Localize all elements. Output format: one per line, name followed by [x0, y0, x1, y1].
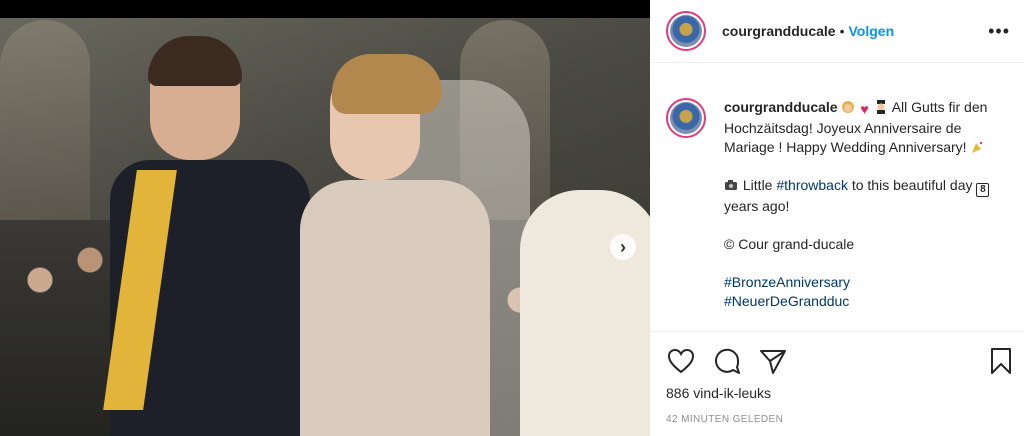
caption-line-2-suffix-a: to this beautiful day	[851, 177, 973, 193]
avatar[interactable]	[666, 11, 706, 51]
caption-line-2-prefix: Little	[742, 177, 773, 193]
caption-credit: © Cour grand-ducale	[724, 236, 855, 252]
caption-line-2-suffix-b: years ago!	[724, 198, 790, 214]
keycap-number-icon: 8	[976, 183, 990, 197]
like-count[interactable]: 886 vind-ik-leuks	[666, 385, 771, 401]
red-heart-emoji-icon: ♥	[860, 101, 869, 117]
post-photo[interactable]: ›	[0, 0, 650, 436]
bookmark-icon[interactable]	[986, 346, 1016, 376]
avatar[interactable]	[666, 98, 706, 138]
bride-figure	[300, 40, 530, 436]
caption-paragraph-2: Little #throwback to this beautiful day …	[724, 176, 1010, 216]
heart-icon[interactable]	[666, 346, 696, 376]
party-popper-emoji-icon	[972, 141, 983, 153]
more-options-button[interactable]: •••	[988, 21, 1010, 42]
chevron-right-icon: ›	[620, 237, 626, 257]
share-icon[interactable]	[758, 346, 788, 376]
hashtag-bronzeanniversary[interactable]: #BronzeAnniversary	[724, 274, 850, 290]
coat-of-arms-icon	[670, 15, 702, 47]
post-side-panel: courgrandducale • Volgen ••• courgranddu…	[650, 0, 1024, 436]
action-bar	[650, 331, 1024, 388]
caption-area: courgrandducale ♥ All Gutts fir den Hoch…	[650, 62, 1024, 330]
next-photo-button[interactable]: ›	[610, 234, 636, 260]
follow-button[interactable]: Volgen	[849, 23, 895, 39]
officiant-figure	[520, 190, 650, 436]
caption-username-link[interactable]: courgrandducale	[724, 99, 838, 115]
hashtag-throwback[interactable]: #throwback	[776, 177, 848, 193]
hashtag-neuerdegrandduc[interactable]: #NeuerDeGrandduc	[724, 293, 849, 309]
caption-hashtags: #BronzeAnniversary #NeuerDeGrandduc	[724, 273, 1010, 311]
post-header: courgrandducale • Volgen •••	[650, 0, 1024, 63]
groom-emoji-icon	[876, 100, 885, 114]
username-link[interactable]: courgrandducale	[722, 23, 836, 39]
separator-dot: •	[839, 23, 845, 39]
camera-emoji-icon	[725, 180, 737, 190]
caption-text: courgrandducale ♥ All Gutts fir den Hoch…	[724, 98, 1010, 311]
comment-icon[interactable]	[712, 346, 742, 376]
groom-figure	[103, 36, 310, 436]
church-arch	[0, 20, 90, 240]
photo-top-bar	[0, 0, 650, 18]
coat-of-arms-icon	[670, 102, 702, 134]
post-timestamp[interactable]: 42 MINUTEN GELEDEN	[666, 414, 783, 425]
bride-emoji-icon	[842, 101, 855, 113]
